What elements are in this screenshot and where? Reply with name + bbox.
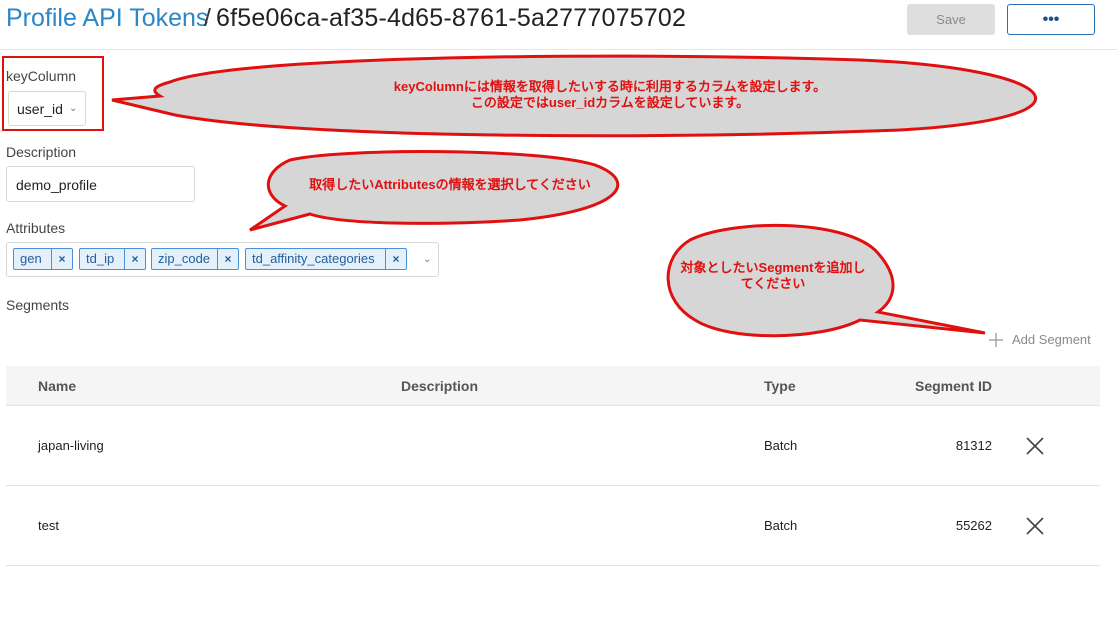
- attribute-tag-label: td_ip: [86, 251, 115, 266]
- segment-name: test: [38, 518, 59, 533]
- add-segment-label: Add Segment: [1012, 332, 1091, 347]
- column-header-segment-id: Segment ID: [915, 378, 993, 394]
- chevron-down-icon[interactable]: ⌄: [423, 254, 431, 265]
- save-button[interactable]: Save: [907, 4, 995, 35]
- attribute-tag-label: gen: [20, 251, 42, 266]
- attribute-tag-label: zip_code: [158, 251, 211, 266]
- segment-type: Batch: [764, 518, 798, 533]
- attribute-tag-label: td_affinity_categories: [252, 251, 375, 266]
- close-icon[interactable]: ×: [52, 249, 72, 269]
- close-icon[interactable]: ×: [125, 249, 145, 269]
- segment-name: japan-living: [38, 438, 104, 453]
- callout-line: keyColumnには情報を取得したいする時に利用するカラムを設定します。: [393, 79, 827, 94]
- attribute-tag-zip-code: zip_code ×: [151, 248, 239, 270]
- close-icon[interactable]: ×: [386, 249, 406, 269]
- description-input[interactable]: demo_profile: [6, 166, 195, 202]
- callout-line: 対象としたいSegmentを追加し: [680, 260, 866, 275]
- segments-label: Segments: [6, 297, 70, 313]
- page-title: 6f5e06ca-af35-4d65-8761-5a2777075702: [216, 4, 687, 32]
- attributes-label: Attributes: [6, 220, 66, 236]
- description-value: demo_profile: [16, 177, 97, 193]
- remove-segment-icon[interactable]: [1026, 517, 1044, 535]
- remove-segment-icon[interactable]: [1026, 437, 1044, 455]
- callout-line: 取得したいAttributesの情報を選択してください: [309, 177, 591, 192]
- callout-text-segment: 対象としたいSegmentを追加し てください: [668, 260, 878, 292]
- attribute-tag-td-ip: td_ip ×: [79, 248, 146, 270]
- segment-id: 55262: [955, 518, 992, 533]
- column-header-name: Name: [38, 378, 77, 394]
- add-segment-button[interactable]: Add Segment: [988, 331, 1098, 349]
- breadcrumb-separator: /: [204, 4, 211, 32]
- callout-line: てください: [740, 276, 806, 291]
- segment-id: 81312: [955, 438, 992, 453]
- highlight-box: [2, 56, 104, 131]
- description-label: Description: [6, 144, 77, 160]
- callout-text-key-column: keyColumnには情報を取得したいする時に利用するカラムを設定します。 この…: [330, 79, 890, 111]
- row-divider: [6, 565, 1100, 566]
- attribute-tag-gen: gen ×: [13, 248, 73, 270]
- more-options-button[interactable]: •••: [1007, 4, 1095, 35]
- close-icon[interactable]: ×: [218, 249, 238, 269]
- column-header-description: Description: [401, 378, 479, 394]
- column-header-type: Type: [764, 378, 796, 394]
- callout-text-attributes: 取得したいAttributesの情報を選択してください: [280, 177, 620, 193]
- segment-type: Batch: [764, 438, 798, 453]
- callout-line: この設定ではuser_idカラムを設定しています。: [470, 95, 750, 110]
- header-divider: [0, 49, 1117, 50]
- attribute-tag-td-affinity-categories: td_affinity_categories ×: [245, 248, 407, 270]
- breadcrumb-link-profile-api-tokens[interactable]: Profile API Tokens: [6, 4, 208, 33]
- plus-icon: [989, 333, 1003, 347]
